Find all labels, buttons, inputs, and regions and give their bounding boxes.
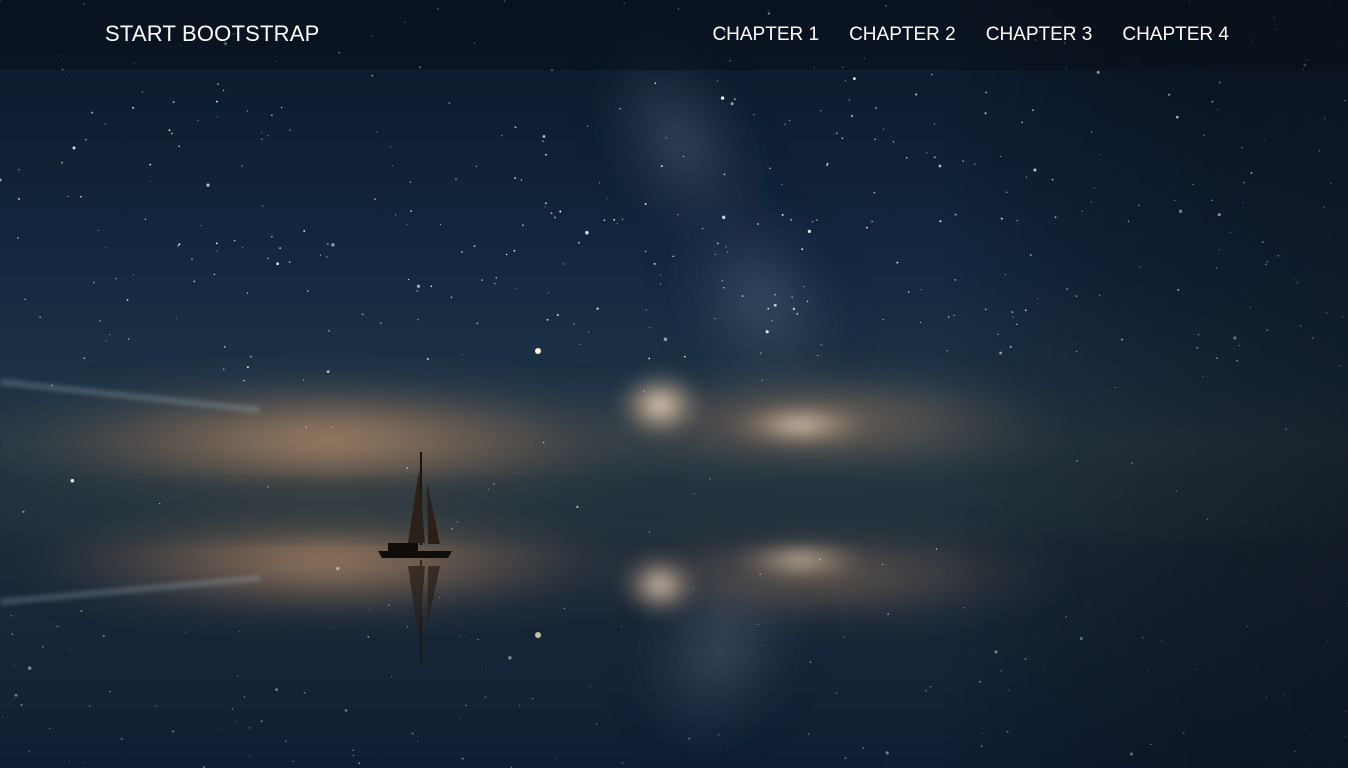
page: START BOOTSTRAP CHAPTER 1 CHAPTER 2 CHAP… — [0, 0, 1348, 768]
nav-link-chapter-1[interactable]: CHAPTER 1 — [712, 23, 819, 47]
nav-link-chapter-4[interactable]: CHAPTER 4 — [1122, 23, 1229, 47]
hero-background-image — [0, 0, 1348, 768]
nav-link-chapter-3[interactable]: CHAPTER 3 — [986, 23, 1093, 47]
nav-links: CHAPTER 1 CHAPTER 2 CHAPTER 3 CHAPTER 4 — [712, 23, 1229, 47]
brand-link[interactable]: START BOOTSTRAP — [105, 21, 319, 47]
navbar: START BOOTSTRAP CHAPTER 1 CHAPTER 2 CHAP… — [0, 0, 1348, 70]
nav-link-chapter-2[interactable]: CHAPTER 2 — [849, 23, 956, 47]
